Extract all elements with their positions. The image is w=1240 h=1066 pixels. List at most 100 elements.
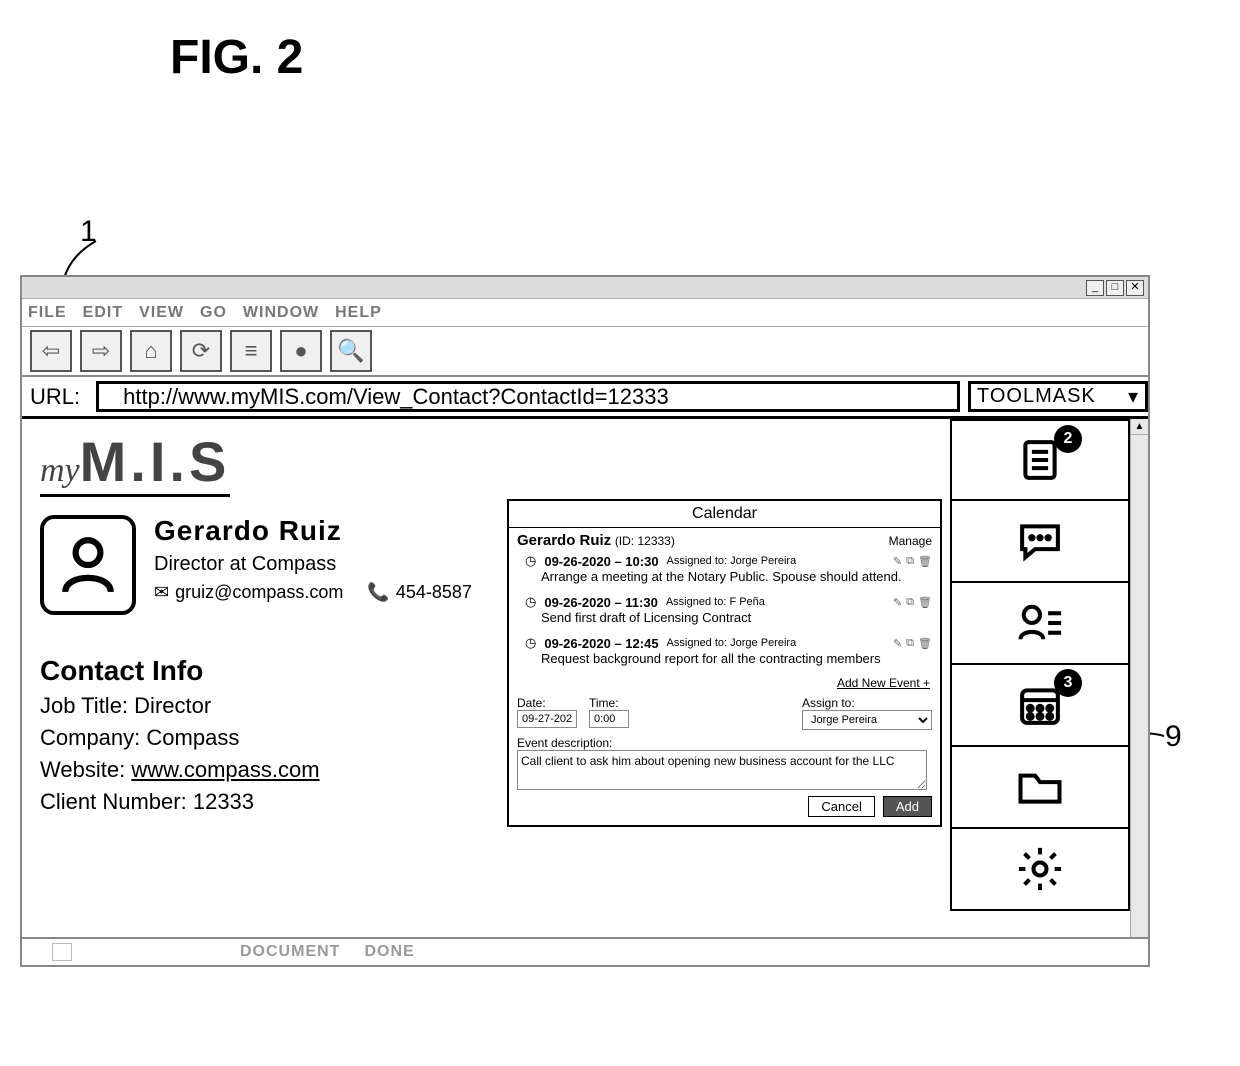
menu-edit[interactable]: EDIT xyxy=(83,304,123,322)
event-description: Arrange a meeting at the Notary Public. … xyxy=(541,569,932,584)
company-label: Company: xyxy=(40,725,140,750)
cancel-button[interactable]: Cancel xyxy=(808,796,874,817)
job-title-label: Job Title: xyxy=(40,693,128,718)
calendar-title: Calendar xyxy=(509,501,940,528)
toolbar: ⇦ ⇨ ⌂ ⟳ ≡ ● 🔍 xyxy=(22,327,1148,377)
toolmask-header[interactable]: TOOLMASK ▾ xyxy=(968,381,1148,412)
event-assigned: F Peña xyxy=(729,596,764,608)
status-done: DONE xyxy=(364,943,414,961)
toolmask-sidebar: 2 3 xyxy=(950,419,1130,937)
menu-window[interactable]: WINDOW xyxy=(243,304,319,322)
edit-icon[interactable]: ✎ xyxy=(893,555,902,568)
callout-1: 1 xyxy=(80,215,97,249)
menu-file[interactable]: FILE xyxy=(28,304,67,322)
back-button[interactable]: ⇦ xyxy=(30,330,72,372)
stop-button[interactable]: ● xyxy=(280,330,322,372)
edit-icon[interactable]: ✎ xyxy=(893,637,902,650)
minimize-button[interactable]: _ xyxy=(1086,280,1104,296)
clock-icon: ◷ xyxy=(525,553,536,569)
logo-right: M.I.S xyxy=(80,430,231,493)
event-description: Send first draft of Licensing Contract xyxy=(541,610,932,625)
url-row: URL: http://www.myMIS.com/View_Contact?C… xyxy=(22,377,1148,419)
browser-window: _ □ ✕ FILE EDIT VIEW GO WINDOW HELP ⇦ ⇨ … xyxy=(20,275,1150,967)
contact-name: Gerardo Ruiz xyxy=(154,515,472,547)
figure-label: FIG. 2 xyxy=(170,30,303,85)
contact-role: Director at Compass xyxy=(154,553,472,576)
avatar xyxy=(40,515,136,615)
edit-icon[interactable]: ✎ xyxy=(893,596,902,609)
home-button[interactable]: ⌂ xyxy=(130,330,172,372)
delete-icon[interactable]: 🗑 xyxy=(918,637,932,650)
calendar-person-name: Gerardo Ruiz xyxy=(517,532,611,549)
status-document: DOCUMENT xyxy=(240,943,340,961)
tool-chat[interactable] xyxy=(950,501,1130,583)
duplicate-icon[interactable]: ⧉ xyxy=(906,596,914,609)
manage-label: Manage xyxy=(889,534,932,548)
callout-9: 9 xyxy=(1165,720,1182,754)
menu-go[interactable]: GO xyxy=(200,304,227,322)
calendar-person-id: (ID: 12333) xyxy=(615,534,675,548)
scrollbar[interactable]: ▲ xyxy=(1130,419,1148,937)
toolmask-label: TOOLMASK xyxy=(977,385,1096,408)
date-label: Date: xyxy=(517,696,577,710)
notes-badge: 2 xyxy=(1054,425,1082,453)
app-logo: myM.I.S xyxy=(40,429,230,497)
menu-bar: FILE EDIT VIEW GO WINDOW HELP xyxy=(22,299,1148,327)
event-assigned-label: Assigned to: xyxy=(666,596,727,608)
event-datetime: 09-26-2020 – 11:30 xyxy=(544,595,657,610)
reload-button[interactable]: ⟳ xyxy=(180,330,222,372)
duplicate-icon[interactable]: ⧉ xyxy=(906,555,914,568)
assign-select[interactable]: Jorge Pereira xyxy=(802,710,932,730)
tool-contacts[interactable] xyxy=(950,583,1130,665)
desc-textarea[interactable]: Call client to ask him about opening new… xyxy=(517,750,927,790)
event-assigned: Jorge Pereira xyxy=(730,555,796,567)
time-label: Time: xyxy=(589,696,629,710)
contact-email[interactable]: gruiz@compass.com xyxy=(175,582,343,603)
phone-icon: 📞 xyxy=(367,582,389,603)
tool-settings[interactable] xyxy=(950,829,1130,911)
close-button[interactable]: ✕ xyxy=(1126,280,1144,296)
status-bar: DOCUMENT DONE xyxy=(22,939,1148,965)
tool-files[interactable] xyxy=(950,747,1130,829)
contact-phone[interactable]: 454-8587 xyxy=(396,582,472,603)
delete-icon[interactable]: 🗑 xyxy=(918,555,932,568)
job-title-value: Director xyxy=(134,693,211,718)
calendar-panel: Calendar Gerardo Ruiz (ID: 12333) Manage… xyxy=(507,499,942,827)
event-datetime: 09-26-2020 – 12:45 xyxy=(544,636,658,651)
menu-view[interactable]: VIEW xyxy=(139,304,184,322)
print-button[interactable]: ≡ xyxy=(230,330,272,372)
calendar-event: ◷ 09-26-2020 – 10:30 Assigned to: Jorge … xyxy=(525,553,932,584)
calendar-event: ◷ 09-26-2020 – 12:45 Assigned to: Jorge … xyxy=(525,635,932,666)
forward-button[interactable]: ⇨ xyxy=(80,330,122,372)
client-number-label: Client Number: xyxy=(40,789,187,814)
event-description: Request background report for all the co… xyxy=(541,651,932,666)
content-area: myM.I.S Gerardo Ruiz Director at Compass… xyxy=(22,419,1148,939)
event-assigned-label: Assigned to: xyxy=(667,637,728,649)
delete-icon[interactable]: 🗑 xyxy=(918,596,932,609)
page-body: myM.I.S Gerardo Ruiz Director at Compass… xyxy=(22,419,950,937)
search-button[interactable]: 🔍 xyxy=(330,330,372,372)
date-input[interactable] xyxy=(517,710,577,728)
website-link[interactable]: www.compass.com xyxy=(131,757,319,782)
calendar-badge: 3 xyxy=(1054,669,1082,697)
time-input[interactable] xyxy=(589,710,629,728)
desc-label: Event description: xyxy=(517,736,932,750)
event-assigned: Jorge Pereira xyxy=(730,637,796,649)
tool-calendar[interactable]: 3 xyxy=(950,665,1130,747)
maximize-button[interactable]: □ xyxy=(1106,280,1124,296)
assign-label: Assign to: xyxy=(802,696,932,710)
client-number-value: 12333 xyxy=(193,789,254,814)
calendar-event: ◷ 09-26-2020 – 11:30 Assigned to: F Peña… xyxy=(525,594,932,625)
titlebar: _ □ ✕ xyxy=(22,277,1148,299)
logo-left: my xyxy=(40,452,80,489)
tool-notes[interactable]: 2 xyxy=(950,419,1130,501)
scroll-up-icon[interactable]: ▲ xyxy=(1131,419,1148,435)
add-new-event-link[interactable]: Add New Event + xyxy=(519,676,930,690)
url-input[interactable]: http://www.myMIS.com/View_Contact?Contac… xyxy=(96,381,960,412)
mail-icon: ✉ xyxy=(154,582,169,603)
menu-help[interactable]: HELP xyxy=(335,304,382,322)
add-button[interactable]: Add xyxy=(883,796,932,817)
duplicate-icon[interactable]: ⧉ xyxy=(906,637,914,650)
clock-icon: ◷ xyxy=(525,594,536,610)
status-box xyxy=(52,943,72,961)
